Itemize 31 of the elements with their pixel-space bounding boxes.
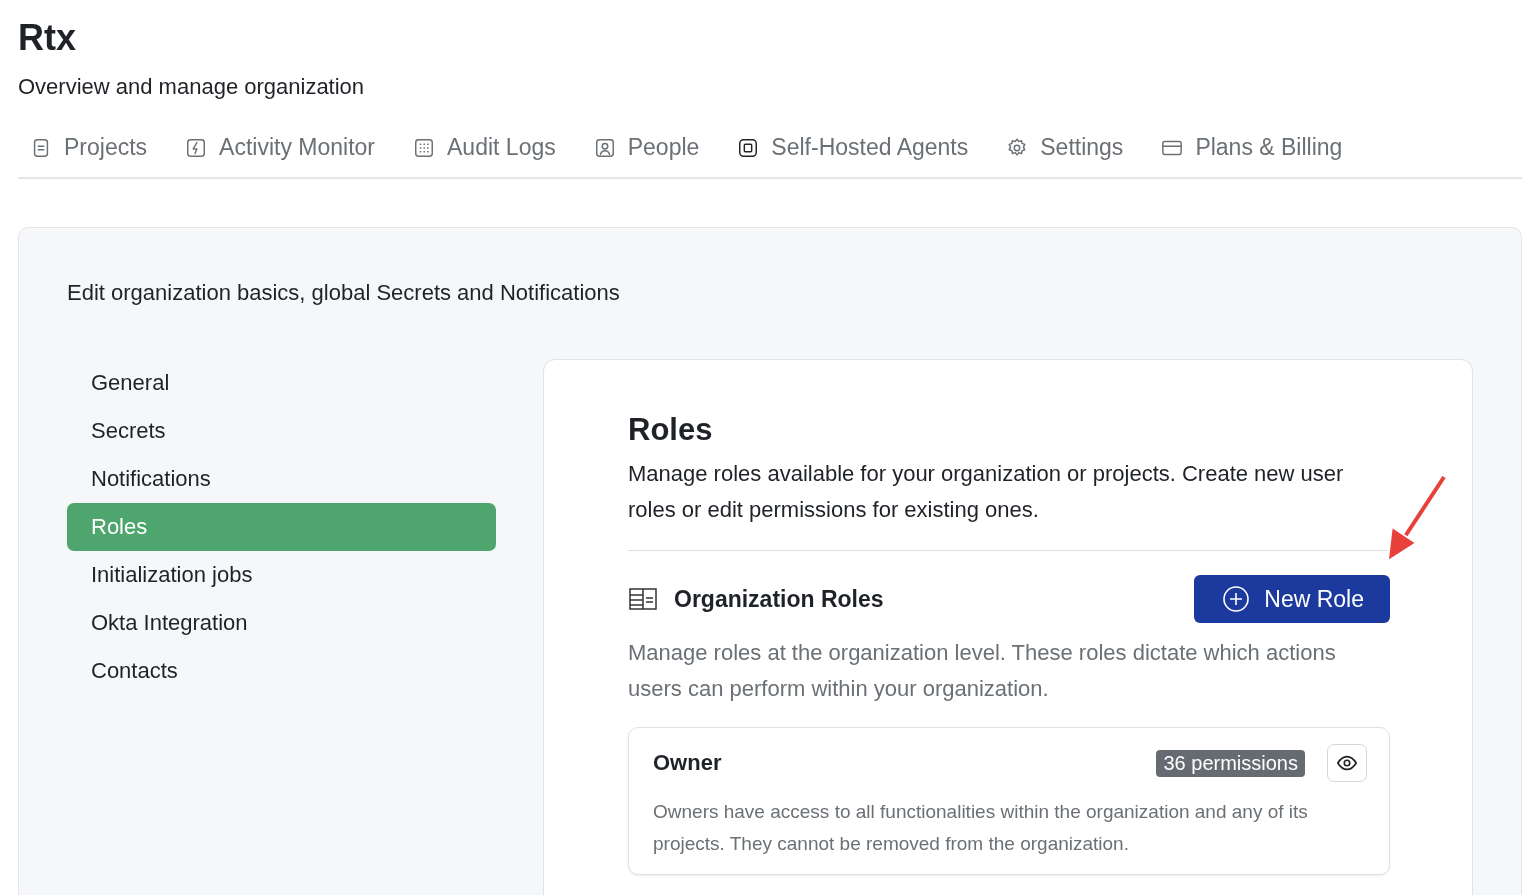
grid-icon [413, 136, 436, 159]
view-button[interactable] [1327, 744, 1367, 782]
sidebar-item[interactable]: Notifications [67, 455, 496, 503]
person-icon [593, 136, 616, 159]
role-name: Owner [653, 750, 723, 776]
roles-title: Roles [628, 412, 713, 448]
role-description: Owners have access to all functionalities within the organization and any of its projects. They cannot be removed from the organization. [653, 800, 1309, 856]
nav-tab[interactable]: Audit Logs [413, 134, 556, 161]
roles-description: Manage roles available for your organization or projects. Create new user roles or edit permissions for existing ones. [628, 460, 1345, 524]
nav-tab[interactable]: Plans & Billing [1161, 134, 1343, 161]
sidebar-item[interactable]: Contacts [67, 647, 496, 695]
sidebar-item[interactable]: General [67, 359, 496, 407]
nav-tab[interactable]: People [593, 134, 700, 161]
nav-tab[interactable]: Projects [30, 134, 148, 161]
sidebar-item[interactable]: Okta Integration [67, 599, 496, 647]
section-title: Organization Roles [674, 585, 884, 613]
permissions-badge: 36 permissions [1156, 749, 1305, 777]
sidebar-item[interactable]: Roles [67, 503, 496, 551]
plus-circle-icon [1222, 585, 1251, 613]
nav-tab[interactable]: Self-Hosted Agents [737, 134, 969, 161]
nav-tab[interactable]: Activity Monitor [185, 134, 376, 161]
sidebar-item[interactable]: Secrets [67, 407, 496, 455]
table-icon [628, 586, 658, 612]
settings-intro: Edit organization basics, global Secrets and Notifications [67, 280, 620, 306]
chip-icon [737, 136, 760, 159]
section-description: Manage roles at the organization level. These roles dictate which actions users can perform within your organization. [628, 639, 1337, 703]
sidebar-item[interactable]: Initialization jobs [67, 551, 496, 599]
bolt-icon [185, 136, 208, 159]
page-subtitle: Overview and manage organization [18, 74, 365, 100]
page-title: Rtx [18, 16, 77, 60]
nav-tab[interactable]: Settings [1006, 134, 1124, 161]
